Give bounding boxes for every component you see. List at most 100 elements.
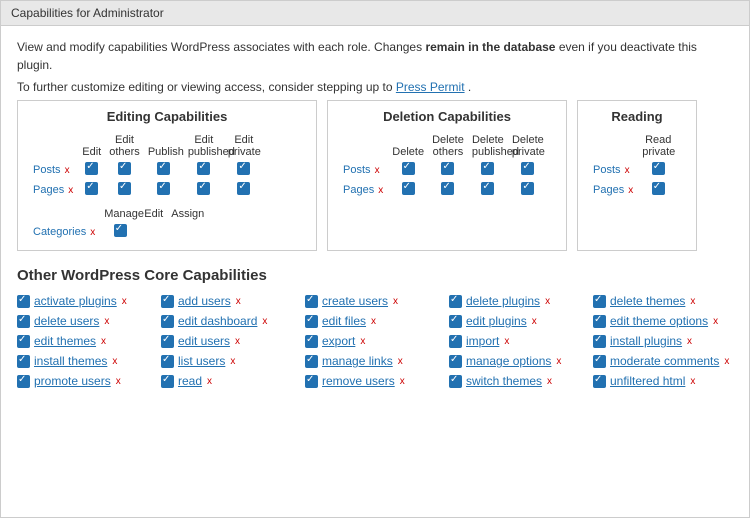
cap-checkbox[interactable] [593,355,606,368]
cap-link[interactable]: remove users [322,374,395,388]
cap-link[interactable]: edit themes [34,334,96,348]
cap-remove[interactable]: x [101,336,106,347]
cap-checkbox[interactable] [305,315,318,328]
cap-checkbox[interactable] [305,355,318,368]
cap-link[interactable]: create users [322,294,388,308]
cap-remove[interactable]: x [687,336,692,347]
cap-remove[interactable]: x [262,316,267,327]
cap-remove[interactable]: x [532,316,537,327]
reading-pages-remove[interactable]: x [628,185,633,196]
cap-link[interactable]: export [322,334,355,348]
cap-link[interactable]: edit theme options [610,314,708,328]
cap-link[interactable]: install themes [34,354,107,368]
cap-link[interactable]: edit dashboard [178,314,257,328]
cap-remove[interactable]: x [690,376,695,387]
cap-checkbox[interactable] [17,355,30,368]
cap-link[interactable]: delete users [34,314,99,328]
deletion-posts-link[interactable]: Posts [343,164,371,176]
cap-checkbox[interactable] [161,375,174,388]
cap-checkbox[interactable] [17,335,30,348]
cap-checkbox[interactable] [161,295,174,308]
cap-remove[interactable]: x [207,376,212,387]
cap-link[interactable]: unfiltered html [610,374,685,388]
deletion-posts-delete-published[interactable] [468,160,508,180]
cap-checkbox[interactable] [305,335,318,348]
cap-checkbox[interactable] [449,335,462,348]
cap-remove[interactable]: x [236,296,241,307]
cap-remove[interactable]: x [547,376,552,387]
editing-posts-edit-private[interactable] [224,160,264,180]
cap-remove[interactable]: x [116,376,121,387]
cap-checkbox[interactable] [593,295,606,308]
cap-link[interactable]: switch themes [466,374,542,388]
editing-pages-edit-private[interactable] [224,180,264,200]
cap-remove[interactable]: x [690,296,695,307]
cap-remove[interactable]: x [122,296,127,307]
reading-pages-read-private[interactable] [638,180,678,200]
cap-link[interactable]: install plugins [610,334,682,348]
cap-link[interactable]: delete themes [610,294,685,308]
editing-posts-edit-published[interactable] [184,160,224,180]
cap-link[interactable]: edit plugins [466,314,527,328]
deletion-posts-delete[interactable] [388,160,428,180]
cap-remove[interactable]: x [235,336,240,347]
deletion-pages-delete[interactable] [388,180,428,200]
cap-remove[interactable]: x [371,316,376,327]
cap-checkbox[interactable] [161,335,174,348]
editing-posts-link[interactable]: Posts [33,164,61,176]
deletion-posts-remove[interactable]: x [375,165,380,176]
reading-pages-link[interactable]: Pages [593,184,624,196]
cap-checkbox[interactable] [593,335,606,348]
cap-link[interactable]: import [466,334,499,348]
editing-categories-remove[interactable]: x [90,227,95,238]
cap-checkbox[interactable] [17,315,30,328]
editing-pages-edit-others[interactable] [105,180,144,200]
cap-checkbox[interactable] [161,315,174,328]
cap-checkbox[interactable] [593,375,606,388]
cap-checkbox[interactable] [449,375,462,388]
deletion-pages-link[interactable]: Pages [343,184,374,196]
cap-link[interactable]: promote users [34,374,111,388]
cap-remove[interactable]: x [556,356,561,367]
editing-posts-edit-others[interactable] [105,160,144,180]
cap-link[interactable]: manage links [322,354,393,368]
cap-link[interactable]: read [178,374,202,388]
reading-posts-read-private[interactable] [638,160,678,180]
cap-remove[interactable]: x [360,336,365,347]
editing-posts-remove[interactable]: x [65,165,70,176]
cap-checkbox[interactable] [161,355,174,368]
cap-remove[interactable]: x [400,376,405,387]
cap-link[interactable]: activate plugins [34,294,117,308]
cap-checkbox[interactable] [305,295,318,308]
cap-checkbox[interactable] [449,355,462,368]
cap-link[interactable]: list users [178,354,225,368]
cap-link[interactable]: delete plugins [466,294,540,308]
cap-link[interactable]: edit users [178,334,230,348]
cap-checkbox[interactable] [17,295,30,308]
editing-categories-manage[interactable] [100,222,140,242]
press-permit-link[interactable]: Press Permit [396,80,465,94]
cap-remove[interactable]: x [545,296,550,307]
cap-remove[interactable]: x [393,296,398,307]
reading-posts-remove[interactable]: x [625,165,630,176]
editing-pages-edit-published[interactable] [184,180,224,200]
cap-link[interactable]: manage options [466,354,551,368]
cap-checkbox[interactable] [593,315,606,328]
editing-pages-publish[interactable] [144,180,184,200]
cap-remove[interactable]: x [724,356,729,367]
deletion-posts-delete-others[interactable] [428,160,468,180]
editing-pages-remove[interactable]: x [68,185,73,196]
cap-remove[interactable]: x [713,316,718,327]
editing-posts-edit[interactable] [78,160,105,180]
cap-link[interactable]: moderate comments [610,354,719,368]
editing-posts-publish[interactable] [144,160,184,180]
reading-posts-link[interactable]: Posts [593,164,621,176]
deletion-pages-delete-published[interactable] [468,180,508,200]
editing-pages-link[interactable]: Pages [33,184,64,196]
cap-remove[interactable]: x [398,356,403,367]
cap-remove[interactable]: x [112,356,117,367]
cap-link[interactable]: add users [178,294,231,308]
deletion-pages-delete-others[interactable] [428,180,468,200]
cap-checkbox[interactable] [17,375,30,388]
cap-checkbox[interactable] [449,295,462,308]
